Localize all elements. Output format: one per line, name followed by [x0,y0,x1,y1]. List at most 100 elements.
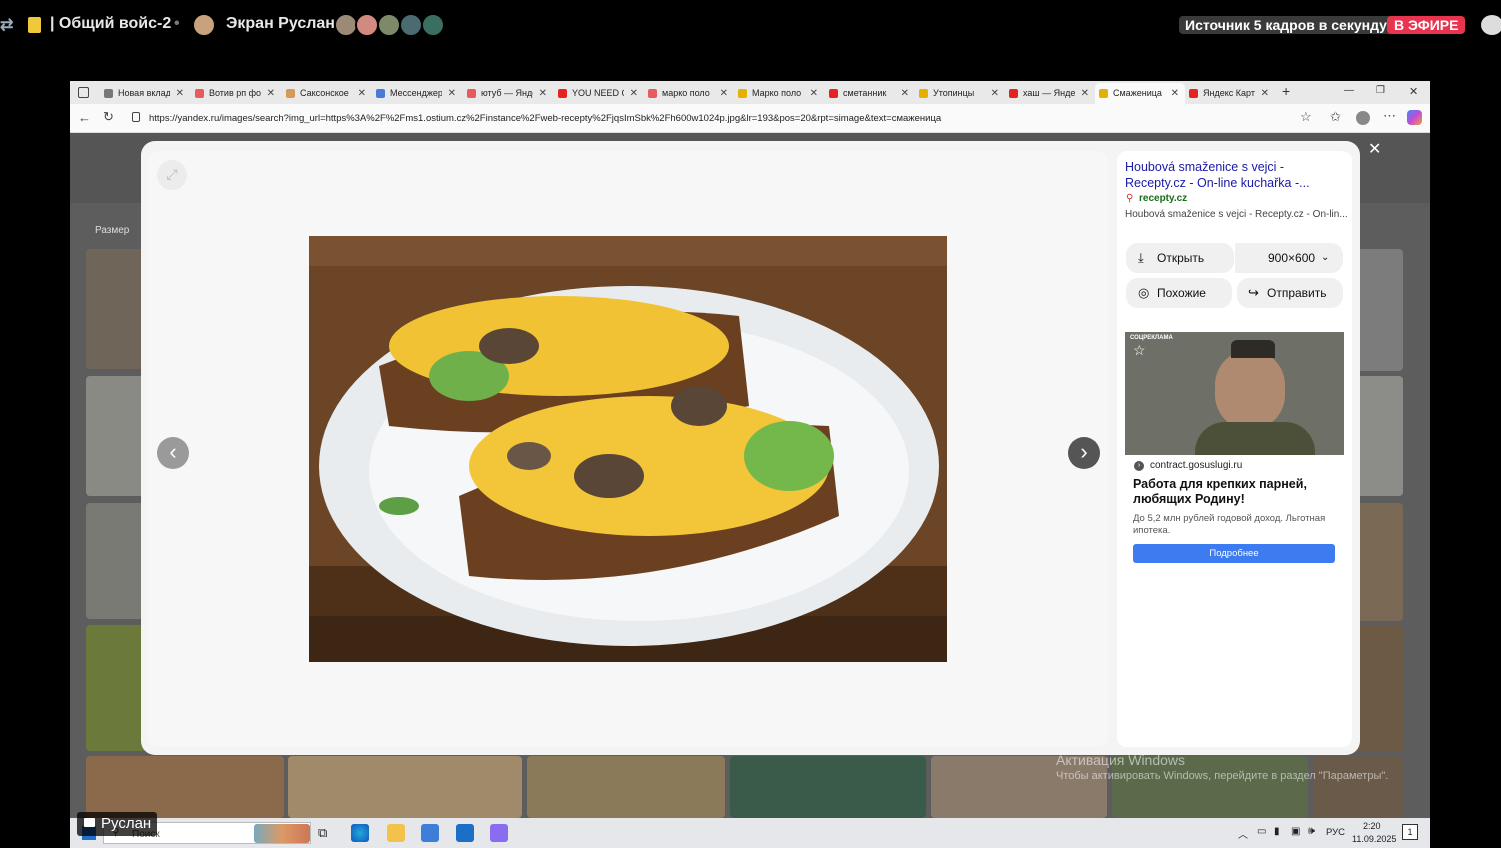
explorer-icon[interactable] [387,824,405,842]
share-button[interactable]: ↪ Отправить [1237,278,1343,308]
tab-actions-icon[interactable] [78,87,89,98]
ad-title[interactable]: Работа для крепких парней, любящих Родин… [1133,477,1338,507]
source-domain-link[interactable]: recepty.cz [1139,193,1187,204]
new-tab-button[interactable]: + [1282,83,1290,99]
speaker-name: Руслан [101,815,152,832]
size-select[interactable]: 900×600 ⌄ [1235,243,1343,273]
arrow-right-icon: › [1134,461,1144,471]
fullscreen-icon[interactable]: ⤢ [157,160,187,190]
result-thumbnail[interactable] [86,756,284,818]
tab[interactable]: Марко поло ✕ [734,83,824,104]
result-thumbnail[interactable] [1353,503,1403,621]
refresh-icon[interactable]: ↻ [103,109,114,125]
notifications-button[interactable]: 1 [1402,824,1418,840]
tab-label: ютуб — Яндекс [481,88,533,98]
restore-button[interactable]: ❐ [1376,85,1385,96]
viewer-avatar[interactable] [421,13,445,37]
tab-close-button[interactable]: ✕ [720,83,728,104]
open-button[interactable]: ⤓ Открыть [1126,243,1234,273]
tab-close-button[interactable]: ✕ [539,83,547,104]
chat-icon[interactable] [1481,15,1501,35]
tab-close-button[interactable]: ✕ [358,83,366,104]
tab[interactable]: Саксонское ✕ [282,83,372,104]
result-thumbnail[interactable] [1353,376,1403,496]
result-thumbnail[interactable] [86,376,146,496]
favorite-star-icon[interactable]: ☆ [1300,109,1312,125]
source-fps-badge: Источник 5 кадров в секунду [1179,16,1393,34]
tab-close-button[interactable]: ✕ [1261,83,1269,104]
task-view-icon[interactable]: ⧉ [318,825,327,841]
result-thumbnail[interactable] [288,756,522,818]
tab[interactable]: сметанник ✕ [825,83,915,104]
tab[interactable]: Утопинцы ✕ [915,83,1005,104]
back-icon[interactable]: ← [78,110,91,125]
similar-icon: ◎ [1138,285,1150,300]
modal-close-button[interactable]: ✕ [1368,139,1381,159]
result-thumbnail[interactable] [527,756,725,818]
clock-date[interactable]: 11.09.2025 [1352,834,1396,844]
result-thumbnail[interactable] [86,249,146,369]
tab[interactable]: Вотив рп фото ✕ [191,83,281,104]
tab-favicon-icon [648,89,657,98]
edge-icon[interactable] [351,824,369,842]
ad-beret [1231,340,1275,358]
lock-icon[interactable] [132,112,140,122]
prev-image-button[interactable]: ‹ [157,437,189,469]
similar-button[interactable]: ◎ Похожие [1126,278,1232,308]
more-icon[interactable]: ⋯ [1383,108,1396,124]
tab[interactable]: ютуб — Яндекс ✕ [463,83,553,104]
outlook-icon[interactable] [456,824,474,842]
tab-close-button[interactable]: ✕ [810,83,818,104]
ad-domain[interactable]: contract.gosuslugi.ru [1150,460,1242,471]
mic-icon[interactable]: ▮ [1274,826,1280,837]
source-title-link[interactable]: Houbová smaženice s vejci - Recepty.cz -… [1125,159,1340,191]
profile-icon[interactable] [1356,111,1370,125]
discord-icon[interactable] [490,824,508,842]
tab-label: Смаженица [1113,88,1162,98]
language-indicator[interactable]: РУС [1326,827,1345,838]
result-thumbnail[interactable] [1313,756,1403,818]
main-image[interactable] [309,236,947,662]
minimize-button[interactable]: — [1344,85,1354,96]
result-thumbnail[interactable] [86,503,146,619]
viewer-avatar[interactable] [377,13,401,37]
tab-close-button[interactable]: ✕ [1081,83,1089,104]
network-icon[interactable]: ▭ [1257,826,1266,837]
tab-close-button[interactable]: ✕ [448,83,456,104]
tab[interactable]: YOU NEED C ✕ [554,83,644,104]
tab[interactable]: Новая вкладка ✕ [100,83,190,104]
open-label: Открыть [1157,251,1205,265]
filter-size[interactable]: Размер [95,225,129,236]
viewer-avatar[interactable] [355,13,379,37]
tab[interactable]: Смаженица ✕ [1095,83,1185,104]
tab[interactable]: марко поло ✕ [644,83,734,104]
next-image-button[interactable]: › [1068,437,1100,469]
tab-close-button[interactable]: ✕ [267,83,275,104]
tab-close-button[interactable]: ✕ [630,83,638,104]
chevron-up-icon[interactable]: ︿ [1238,826,1248,841]
ad-cta-button[interactable]: Подробнее [1133,544,1335,563]
url-input[interactable]: https://yandex.ru/images/search?img_url=… [149,113,941,124]
tab[interactable]: Яндекс Карты ✕ [1185,83,1275,104]
close-window-button[interactable]: ✕ [1409,85,1418,98]
ad-image[interactable]: СОЦРЕКЛАМА ☆ [1125,332,1344,455]
copilot-icon[interactable] [1407,110,1422,125]
tab-close-button[interactable]: ✕ [1171,83,1179,104]
display-icon[interactable]: ▣ [1291,826,1300,837]
favorites-icon[interactable]: ✩ [1330,109,1341,125]
clock-time[interactable]: 2:20 [1363,821,1381,831]
viewer-avatar[interactable] [399,13,423,37]
tab-close-button[interactable]: ✕ [176,83,184,104]
download-icon: ⤓ [1138,250,1144,265]
speaker-icon[interactable]: 🕪 [1308,825,1315,838]
result-thumbnail[interactable] [1353,249,1403,371]
tab-close-button[interactable]: ✕ [991,83,999,104]
tab[interactable]: хаш — Яндекс ✕ [1005,83,1095,104]
result-thumbnail[interactable] [1353,625,1403,751]
store-icon[interactable] [421,824,439,842]
tab[interactable]: Мессенджер ✕ [372,83,462,104]
result-thumbnail[interactable] [730,756,926,818]
result-thumbnail[interactable] [86,625,146,751]
tab-close-button[interactable]: ✕ [901,83,909,104]
tab-favicon-icon [286,89,295,98]
